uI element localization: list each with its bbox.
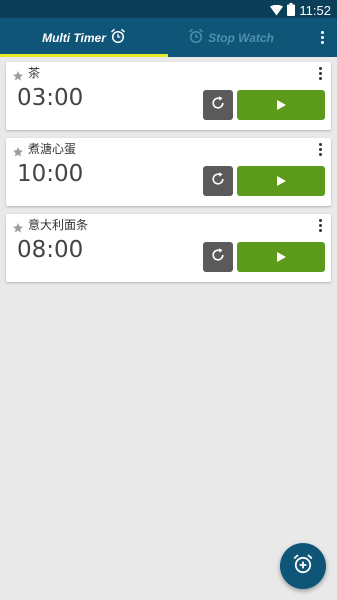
play-icon: [275, 172, 287, 191]
add-timer-fab[interactable]: [280, 543, 326, 589]
reset-icon: [210, 95, 226, 115]
reset-button[interactable]: [203, 90, 233, 120]
timer-name: 煮溏心蛋: [28, 142, 77, 156]
status-bar: 11:52: [0, 0, 337, 18]
reset-button[interactable]: [203, 242, 233, 272]
timer-card[interactable]: 煮溏心蛋 10:00: [6, 138, 331, 206]
app-bar: Multi Timer Stop Watch: [0, 18, 337, 57]
play-button[interactable]: [237, 242, 325, 272]
tab-multi-timer-label: Multi Timer: [42, 30, 106, 45]
timer-menu-button[interactable]: [313, 217, 327, 233]
tab-stop-watch-label: Stop Watch: [208, 30, 274, 45]
star-icon[interactable]: [12, 143, 24, 157]
timer-card[interactable]: 意大利面条 08:00: [6, 214, 331, 282]
play-icon: [275, 248, 287, 267]
timer-menu-button[interactable]: [313, 141, 327, 157]
star-icon[interactable]: [12, 219, 24, 233]
play-icon: [275, 96, 287, 115]
alarm-clock-icon: [110, 28, 126, 47]
timer-time: 10:00: [17, 161, 84, 187]
timer-card[interactable]: 茶 03:00: [6, 62, 331, 130]
add-alarm-icon: [292, 553, 314, 579]
timer-name: 茶: [28, 66, 41, 80]
status-time: 11:52: [299, 2, 331, 18]
reset-button[interactable]: [203, 166, 233, 196]
tab-multi-timer[interactable]: Multi Timer: [0, 18, 168, 57]
tab-stop-watch[interactable]: Stop Watch: [168, 18, 294, 57]
timer-name: 意大利面条: [28, 218, 89, 232]
timer-time: 08:00: [17, 237, 84, 263]
overflow-menu-button[interactable]: [311, 25, 333, 49]
alarm-clock-icon: [188, 28, 204, 47]
reset-icon: [210, 247, 226, 267]
timer-menu-button[interactable]: [313, 65, 327, 81]
timer-time: 03:00: [17, 85, 84, 111]
reset-icon: [210, 171, 226, 191]
star-icon[interactable]: [12, 67, 24, 81]
tab-indicator: [0, 54, 168, 57]
play-button[interactable]: [237, 90, 325, 120]
play-button[interactable]: [237, 166, 325, 196]
